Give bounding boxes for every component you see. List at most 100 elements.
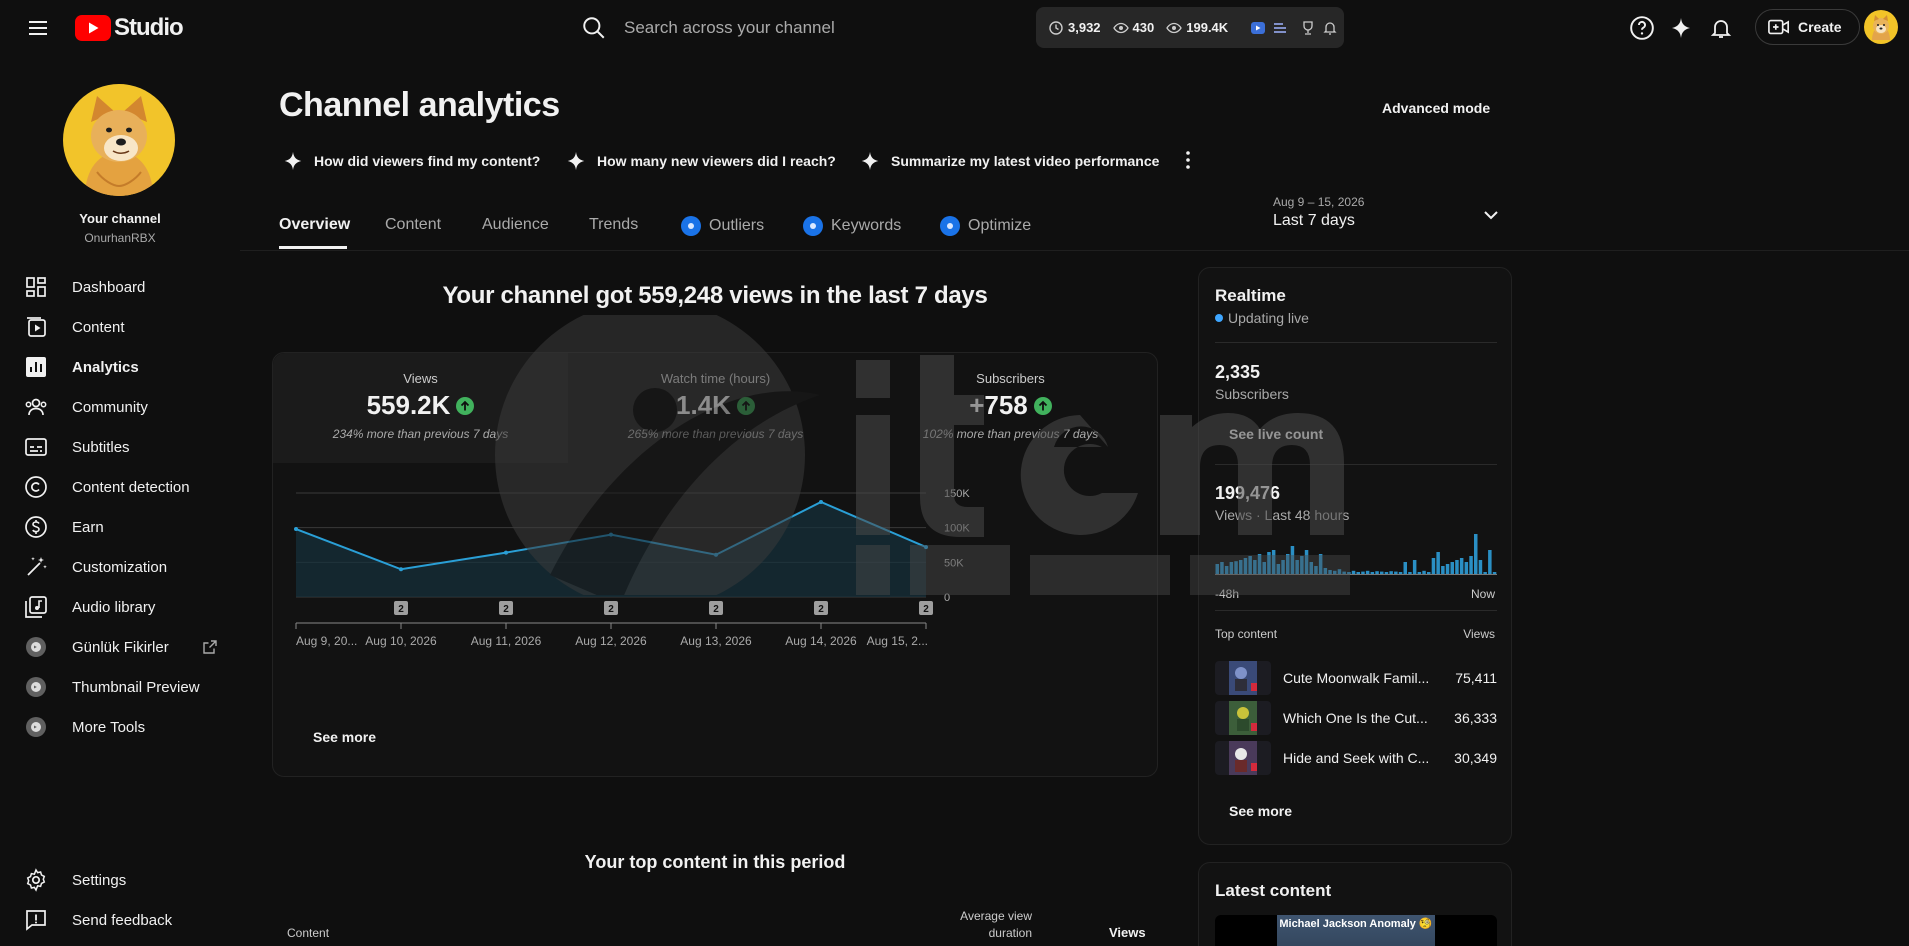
search-icon[interactable] — [580, 14, 608, 42]
realtime-bar[interactable] — [1375, 571, 1379, 574]
realtime-bar[interactable] — [1318, 554, 1323, 574]
sidebar-item-thumbnail-preview[interactable]: Thumbnail Preview — [0, 667, 240, 707]
table-header-content[interactable]: Content — [287, 926, 329, 940]
see-live-count-button[interactable]: See live count — [1219, 422, 1333, 446]
sidebar-item-content[interactable]: Content — [0, 307, 240, 347]
realtime-bar[interactable] — [1224, 566, 1229, 574]
sidebar-item-audio-library[interactable]: Audio library — [0, 587, 240, 627]
realtime-bar[interactable] — [1276, 564, 1281, 574]
realtime-bar[interactable] — [1450, 562, 1455, 574]
tab-overview[interactable]: Overview — [279, 216, 350, 234]
realtime-bar[interactable] — [1441, 566, 1445, 574]
list-icon[interactable] — [1272, 20, 1288, 36]
tab-trends[interactable]: Trends — [589, 216, 638, 234]
realtime-bar[interactable] — [1234, 561, 1238, 574]
menu-icon[interactable] — [26, 16, 50, 40]
notifications-icon[interactable] — [1706, 13, 1736, 43]
realtime-bar[interactable] — [1469, 556, 1473, 574]
realtime-bar[interactable] — [1474, 534, 1478, 574]
realtime-bar[interactable] — [1328, 570, 1332, 574]
realtime-bar[interactable] — [1422, 570, 1426, 574]
tab-content[interactable]: Content — [385, 216, 441, 234]
realtime-bar[interactable] — [1248, 556, 1252, 574]
realtime-bar[interactable] — [1342, 571, 1346, 574]
table-header-avg-duration[interactable]: Average view duration — [950, 908, 1032, 942]
realtime-bar[interactable] — [1229, 562, 1234, 574]
sidebar-item-send-feedback[interactable]: Send feedback — [0, 900, 240, 940]
sidebar-item-settings[interactable]: Settings — [0, 860, 240, 900]
list-item[interactable]: Which One Is the Cut... 36,333 — [1215, 701, 1497, 737]
realtime-bar[interactable] — [1464, 562, 1469, 574]
account-avatar[interactable] — [1864, 10, 1898, 44]
realtime-see-more-button[interactable]: See more — [1219, 799, 1302, 823]
metric-watch-time[interactable]: Watch time (hours) 1.4K 265% more than p… — [568, 353, 863, 463]
list-item[interactable]: Cute Moonwalk Famil... 75,411 — [1215, 661, 1497, 697]
realtime-bar[interactable] — [1436, 552, 1440, 574]
realtime-bar[interactable] — [1459, 558, 1464, 574]
chip-find-content[interactable]: How did viewers find my content? — [282, 148, 540, 174]
tab-keywords[interactable]: Keywords — [803, 216, 901, 236]
tab-outliers[interactable]: Outliers — [681, 216, 764, 236]
realtime-bar[interactable] — [1361, 571, 1365, 574]
advanced-mode-button[interactable]: Advanced mode — [1374, 96, 1498, 120]
chart-data-point[interactable] — [399, 567, 403, 572]
realtime-views-bar-chart[interactable] — [1215, 530, 1497, 576]
realtime-bar[interactable] — [1239, 560, 1243, 574]
extension-badge-icon[interactable] — [1250, 20, 1266, 36]
realtime-bar[interactable] — [1417, 572, 1422, 574]
realtime-bar[interactable] — [1333, 570, 1337, 574]
help-icon[interactable] — [1627, 13, 1657, 43]
realtime-bar[interactable] — [1370, 572, 1375, 574]
more-vert-icon[interactable] — [1176, 148, 1200, 172]
studio-logo[interactable]: Studio — [75, 13, 184, 43]
realtime-bar[interactable] — [1281, 560, 1285, 574]
tab-audience[interactable]: Audience — [482, 216, 549, 234]
realtime-bar[interactable] — [1408, 572, 1412, 574]
sidebar-item-gunluk-fikirler[interactable]: Günlük Fikirler — [0, 627, 240, 667]
chip-summarize-video[interactable]: Summarize my latest video performance — [859, 148, 1159, 174]
chart-data-point[interactable] — [504, 550, 508, 555]
realtime-bar[interactable] — [1431, 558, 1436, 574]
chart-data-point[interactable] — [819, 500, 823, 505]
trophy-icon[interactable] — [1300, 20, 1316, 36]
tab-optimize[interactable]: Optimize — [940, 216, 1031, 236]
see-more-button[interactable]: See more — [303, 723, 386, 751]
realtime-bar[interactable] — [1427, 572, 1431, 574]
realtime-bar[interactable] — [1271, 550, 1276, 574]
realtime-bar[interactable] — [1478, 560, 1483, 574]
search-input[interactable] — [624, 18, 1004, 38]
latest-video-thumbnail[interactable]: Michael Jackson Anomaly 🧐 — [1215, 915, 1497, 946]
list-item[interactable]: Hide and Seek with C... 30,349 — [1215, 741, 1497, 777]
channel-stats-pill[interactable]: 3,932 430 199.4K — [1036, 7, 1344, 48]
realtime-bar[interactable] — [1483, 572, 1487, 574]
realtime-bar[interactable] — [1445, 564, 1450, 574]
realtime-bar[interactable] — [1286, 554, 1290, 574]
date-range-selector[interactable]: Aug 9 – 15, 2026 Last 7 days — [1273, 195, 1503, 235]
chart-data-point[interactable] — [294, 527, 298, 532]
realtime-bar[interactable] — [1262, 562, 1267, 574]
realtime-bar[interactable] — [1347, 572, 1351, 574]
realtime-bar[interactable] — [1380, 571, 1384, 574]
chip-new-viewers[interactable]: How many new viewers did I reach? — [565, 148, 836, 174]
realtime-bar[interactable] — [1309, 562, 1314, 574]
sparkle-ai-icon[interactable] — [1666, 13, 1696, 43]
realtime-bar[interactable] — [1314, 566, 1318, 574]
realtime-bar[interactable] — [1351, 570, 1356, 574]
realtime-bar[interactable] — [1220, 562, 1224, 574]
realtime-bar[interactable] — [1394, 571, 1398, 574]
realtime-bar[interactable] — [1323, 568, 1328, 574]
realtime-bar[interactable] — [1492, 572, 1497, 574]
chart-data-point[interactable] — [714, 552, 718, 557]
sidebar-item-dashboard[interactable]: Dashboard — [0, 267, 240, 307]
realtime-bar[interactable] — [1356, 572, 1361, 574]
metric-subscribers[interactable]: Subscribers +758 102% more than previous… — [863, 353, 1158, 463]
views-chart[interactable]: 0 50K 100K 150K Aug 9, 20... Aug 10, 2026 Aug … — [273, 483, 1157, 673]
sidebar-item-community[interactable]: Community — [0, 387, 240, 427]
realtime-bar[interactable] — [1253, 560, 1257, 574]
realtime-bar[interactable] — [1257, 554, 1262, 574]
sidebar-item-customization[interactable]: Customization — [0, 547, 240, 587]
realtime-bar[interactable] — [1337, 569, 1342, 574]
bell-small-icon[interactable] — [1322, 20, 1338, 36]
table-header-views[interactable]: Views — [1109, 925, 1146, 940]
realtime-bar[interactable] — [1488, 550, 1492, 574]
